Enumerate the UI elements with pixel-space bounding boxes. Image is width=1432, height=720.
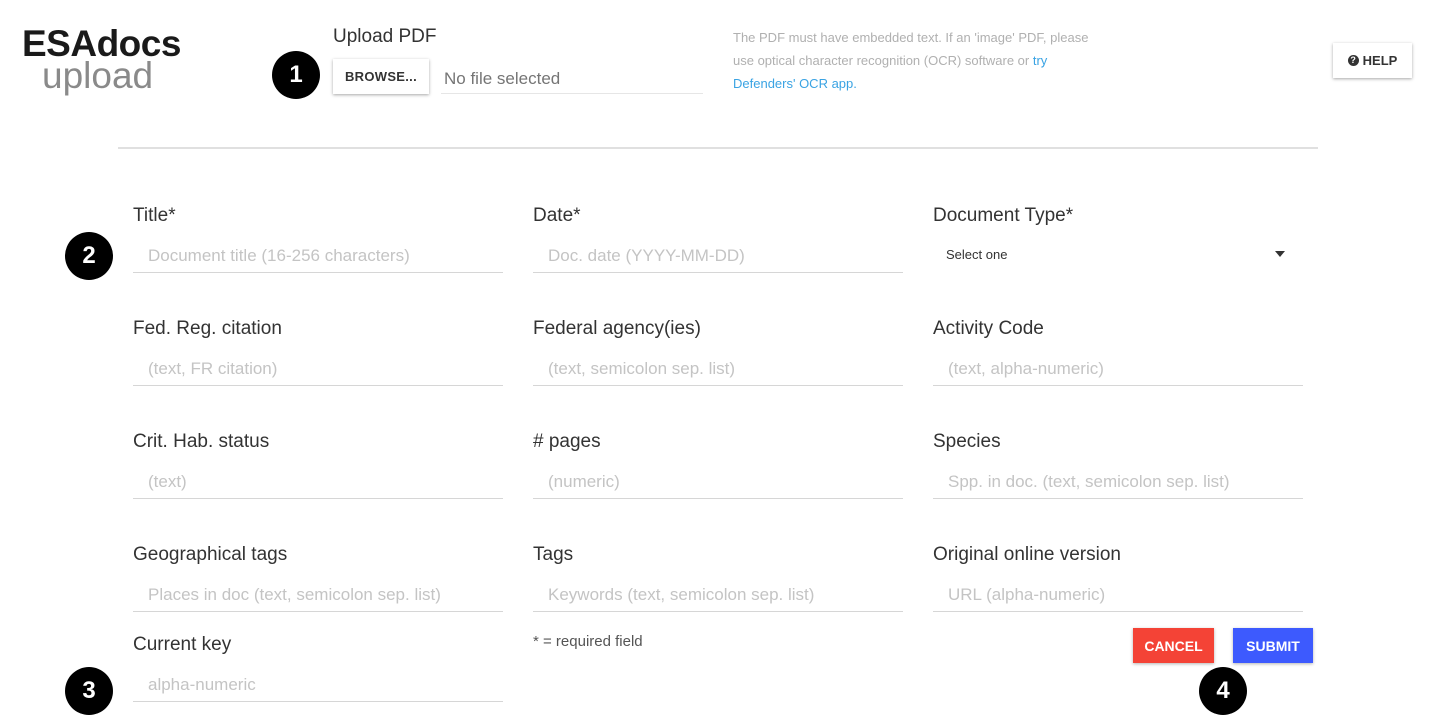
title-label: Title*	[133, 205, 176, 226]
current-key-label: Current key	[133, 634, 232, 655]
help-button-label: HELP	[1362, 53, 1398, 68]
question-circle-icon: ?	[1347, 55, 1359, 66]
step-2-badge: 2	[65, 232, 113, 280]
activity-code-label: Activity Code	[933, 318, 1044, 339]
browse-button[interactable]: BROWSE...	[333, 59, 429, 94]
caret-down-icon	[1275, 251, 1285, 257]
geographical-tags-input[interactable]	[133, 578, 503, 612]
activity-code-input[interactable]	[933, 352, 1303, 386]
federal-agency-input[interactable]	[533, 352, 903, 386]
section-divider	[118, 147, 1318, 149]
original-online-version-label: Original online version	[933, 544, 1121, 565]
step-4-badge: 4	[1199, 667, 1247, 715]
upload-pdf-label: Upload PDF	[333, 26, 437, 47]
crit-hab-status-input[interactable]	[133, 465, 503, 499]
species-input[interactable]	[933, 465, 1303, 499]
geographical-tags-label: Geographical tags	[133, 544, 288, 565]
original-online-version-input[interactable]	[933, 578, 1303, 612]
fed-reg-citation-input[interactable]	[133, 352, 503, 386]
document-type-select[interactable]: Select one	[933, 238, 1303, 272]
tags-input[interactable]	[533, 578, 903, 612]
ocr-note: The PDF must have embedded text. If an '…	[733, 26, 1103, 95]
pages-label: # pages	[533, 431, 601, 452]
logo-subtitle: upload	[42, 55, 154, 96]
document-type-label: Document Type*	[933, 205, 1074, 226]
step-3-badge: 3	[65, 667, 113, 715]
submit-button[interactable]: SUBMIT	[1233, 628, 1313, 663]
selected-file-field[interactable]	[441, 62, 703, 94]
current-key-input[interactable]	[133, 668, 503, 702]
cancel-button[interactable]: CANCEL	[1133, 628, 1214, 663]
federal-agency-label: Federal agency(ies)	[533, 318, 701, 339]
species-label: Species	[933, 431, 1001, 452]
tags-label: Tags	[533, 544, 574, 565]
document-type-selected: Select one	[946, 247, 1008, 262]
title-input[interactable]	[133, 239, 503, 273]
date-label: Date*	[533, 205, 581, 226]
date-input[interactable]	[533, 239, 903, 273]
fed-reg-citation-label: Fed. Reg. citation	[133, 318, 282, 339]
step-1-badge: 1	[272, 51, 320, 99]
help-button[interactable]: ? HELP	[1333, 43, 1412, 78]
pages-input[interactable]	[533, 465, 903, 499]
crit-hab-status-label: Crit. Hab. status	[133, 431, 270, 452]
required-field-note: * = required field	[533, 633, 643, 650]
